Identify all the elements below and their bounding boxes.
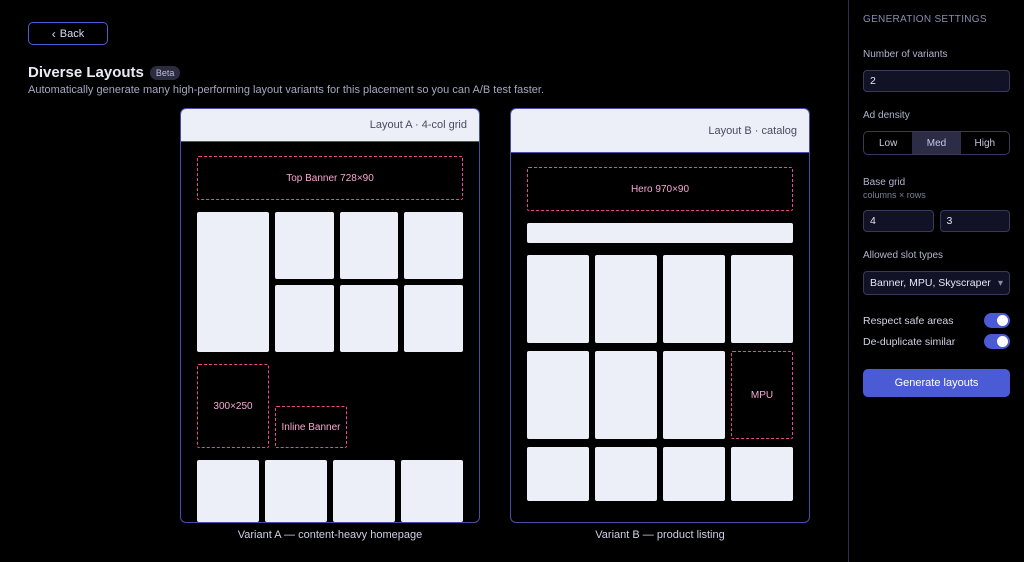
content-block — [340, 212, 399, 279]
layout-card-a-header: Layout A · 4-col grid — [181, 109, 479, 142]
ad-slot-hero-banner[interactable]: Hero 970×90 — [527, 167, 793, 211]
layout-card-b-header: Layout B · catalog — [511, 109, 809, 153]
density-option-high[interactable]: High — [961, 132, 1009, 154]
slot-types-select[interactable]: Banner, MPU, Skyscraper ▾ — [863, 271, 1010, 295]
content-block — [595, 447, 657, 501]
respect-safe-toggle[interactable] — [984, 313, 1010, 328]
content-block — [663, 351, 725, 439]
dedupe-toggle[interactable] — [984, 334, 1010, 349]
grid-label: Base grid columns × rows — [863, 177, 1010, 200]
slot-types-label: Allowed slot types — [863, 250, 1010, 261]
ad-slot-top-banner[interactable]: Top Banner 728×90 — [197, 156, 463, 200]
back-button[interactable]: ‹ Back — [28, 22, 108, 45]
chevron-down-icon: ▾ — [998, 278, 1003, 289]
density-option-low[interactable]: Low — [864, 132, 912, 154]
content-block — [265, 460, 327, 522]
layout-card-b-caption: Variant B — product listing — [510, 529, 810, 541]
variants-input[interactable]: 2 — [863, 70, 1010, 92]
content-block — [404, 212, 463, 279]
density-label: Ad density — [863, 110, 1010, 121]
content-block — [595, 351, 657, 439]
generate-button[interactable]: Generate layouts — [863, 369, 1010, 397]
content-block — [595, 255, 657, 343]
ad-slot-side-mpu[interactable]: 300×250 — [197, 364, 269, 448]
content-block — [663, 447, 725, 501]
layout-card-b[interactable]: Layout B · catalog Hero 970×90 — [510, 108, 810, 523]
content-block — [275, 212, 334, 279]
content-block-nav — [527, 223, 793, 243]
content-block — [527, 351, 589, 439]
settings-category-label: Generation settings — [863, 14, 1010, 25]
content-block — [275, 285, 334, 352]
content-block — [731, 255, 793, 343]
content-block — [333, 460, 395, 522]
density-segmented: Low Med High — [863, 131, 1010, 155]
content-block — [527, 255, 589, 343]
layout-card-a-caption: Variant A — content-heavy homepage — [180, 529, 480, 541]
respect-safe-label: Respect safe areas — [863, 315, 953, 327]
beta-badge: Beta — [150, 66, 181, 80]
page-description: Automatically generate many high-perform… — [28, 84, 544, 96]
content-block — [197, 212, 269, 352]
content-block — [527, 447, 589, 501]
content-block — [401, 460, 463, 522]
ad-slot-mpu-inline[interactable]: MPU — [731, 351, 793, 439]
dedupe-label: De-duplicate similar — [863, 336, 955, 348]
content-block — [731, 447, 793, 501]
layout-card-a[interactable]: Layout A · 4-col grid Top Banner 728×90 — [180, 108, 480, 523]
page-title: Diverse Layouts — [28, 64, 144, 81]
content-block — [197, 460, 259, 522]
content-block — [404, 285, 463, 352]
variants-label: Number of variants — [863, 49, 1010, 60]
content-block — [663, 255, 725, 343]
chevron-left-icon: ‹ — [52, 28, 56, 40]
grid-cols-input[interactable]: 4 — [863, 210, 934, 232]
back-label: Back — [60, 28, 84, 40]
ad-slot-inline-banner[interactable]: Inline Banner — [275, 406, 347, 448]
content-block — [340, 285, 399, 352]
density-option-med[interactable]: Med — [912, 132, 960, 154]
settings-panel: Generation settings Number of variants 2… — [848, 0, 1024, 562]
grid-rows-input[interactable]: 3 — [940, 210, 1011, 232]
